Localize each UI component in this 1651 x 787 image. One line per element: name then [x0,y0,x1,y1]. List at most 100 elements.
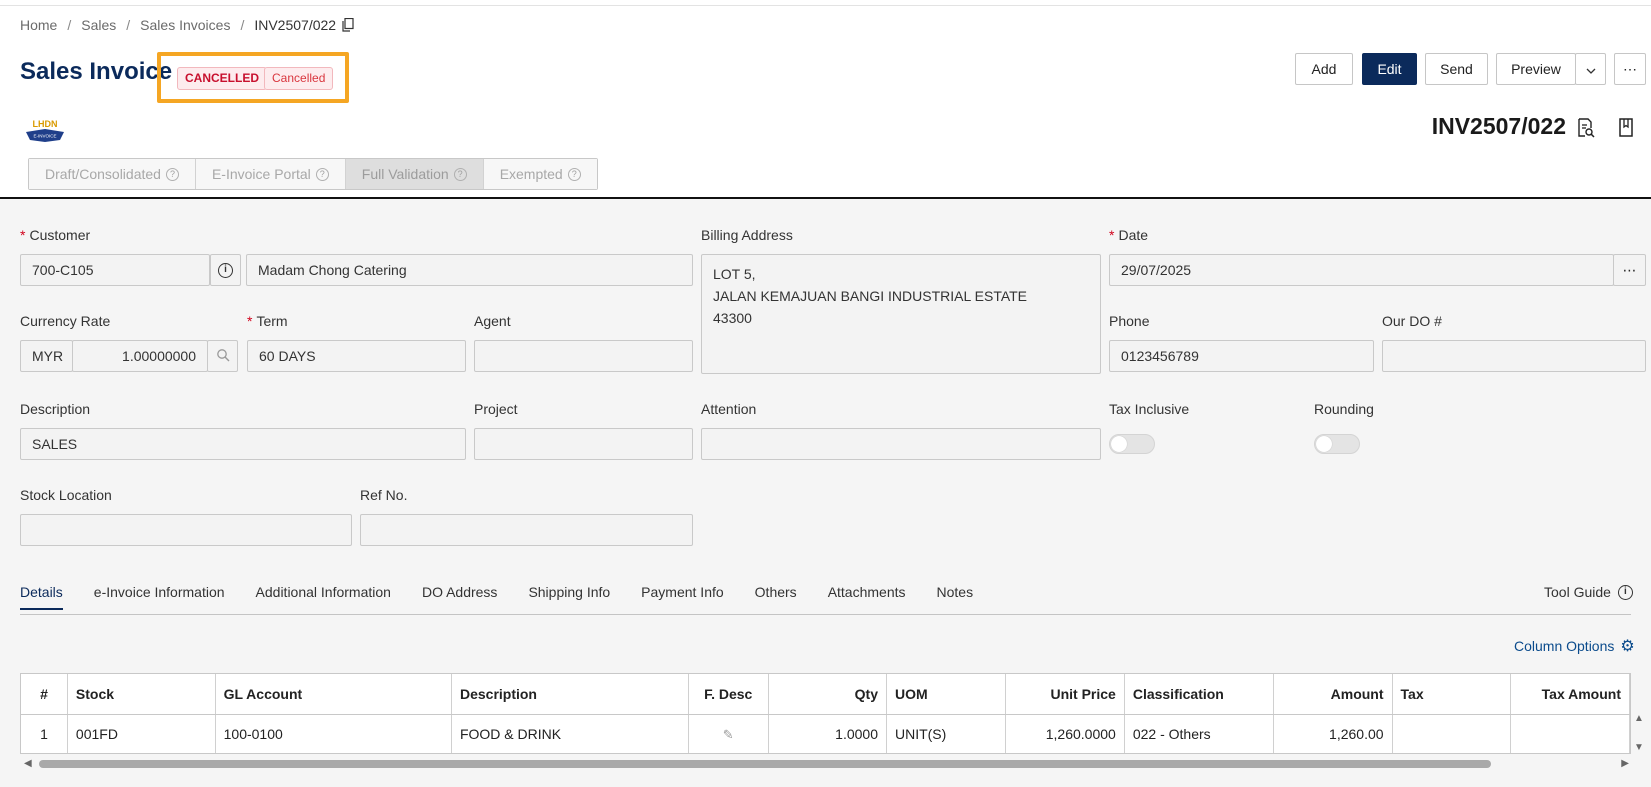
breadcrumb-separator: / [126,17,131,33]
cell-f-desc[interactable]: ✎ [688,714,769,753]
detail-tabs: Details e-Invoice Information Additional… [20,584,1004,610]
tab-others[interactable]: Others [755,584,797,610]
scroll-left-arrow[interactable]: ◀ [24,758,32,769]
cell-description[interactable]: FOOD & DRINK [451,714,689,753]
cell-unit-price[interactable]: 1,260.0000 [1005,714,1125,753]
tab-shipping-info[interactable]: Shipping Info [528,584,610,610]
tool-guide-label: Tool Guide [1544,584,1611,600]
cell-gl-account[interactable]: 100-0100 [215,714,452,753]
rounding-toggle[interactable] [1314,434,1360,454]
einvoice-mode-selector: Draft/Consolidated? E-Invoice Portal? Fu… [28,158,598,190]
column-header-f-desc[interactable]: F. Desc [688,674,769,715]
preview-button[interactable]: Preview [1496,53,1576,85]
mode-full-validation[interactable]: Full Validation? [345,159,484,189]
column-header-description[interactable]: Description [451,674,689,715]
customer-label: * Customer [20,227,91,243]
tab-details[interactable]: Details [20,584,63,610]
tab-notes[interactable]: Notes [937,584,974,610]
customer-code-field[interactable]: 700-C105 [20,254,210,286]
table-row[interactable]: 1 001FD 100-0100 FOOD & DRINK ✎ 1.0000 U… [21,714,1630,753]
send-button[interactable]: Send [1425,53,1488,85]
column-header-tax[interactable]: Tax [1392,674,1511,715]
column-header-classification[interactable]: Classification [1124,674,1274,715]
help-icon[interactable]: ? [453,167,467,181]
horizontal-scrollbar[interactable]: ◀ ▶ [22,757,1631,769]
breadcrumb-sales-invoices[interactable]: Sales Invoices [140,17,230,33]
rounding-label: Rounding [1314,401,1374,417]
add-button[interactable]: Add [1295,53,1353,85]
agent-label: Agent [474,313,511,329]
cell-tax-amount[interactable] [1510,714,1630,753]
column-header-uom[interactable]: UOM [886,674,1006,715]
term-field[interactable]: 60 DAYS [247,340,466,372]
scroll-down-arrow[interactable]: ▼ [1634,742,1644,753]
our-do-field[interactable] [1382,340,1646,372]
bookmark-icon[interactable] [1617,118,1635,138]
document-search-icon[interactable] [1577,118,1595,138]
pencil-icon[interactable]: ✎ [723,727,734,742]
edit-button[interactable]: Edit [1362,53,1417,85]
currency-search-button[interactable] [207,340,238,372]
attention-field[interactable] [701,428,1101,460]
rate-field[interactable]: 1.00000000 [72,340,208,372]
column-header-no[interactable]: # [21,674,68,715]
date-picker-button[interactable]: ⋯ [1613,254,1646,286]
description-field[interactable]: SALES [20,428,466,460]
customer-info-button[interactable]: i [210,254,241,286]
scroll-up-arrow[interactable]: ▲ [1634,713,1644,724]
breadcrumb-home[interactable]: Home [20,17,57,33]
breadcrumb-separator: / [240,17,245,33]
breadcrumb: Home / Sales / Sales Invoices / INV2507/… [20,17,354,33]
customer-name-field[interactable]: Madam Chong Catering [246,254,693,286]
attention-label: Attention [701,401,757,417]
line-items-grid: # Stock GL Account Description F. Desc Q… [20,673,1631,754]
currency-field[interactable]: MYR [20,340,73,372]
cell-stock[interactable]: 001FD [67,714,216,753]
mode-exempted[interactable]: Exempted? [483,159,597,189]
tool-guide-link[interactable]: Tool Guide i [1544,584,1633,600]
ref-no-field[interactable] [360,514,693,546]
project-field[interactable] [474,428,693,460]
breadcrumb-sales[interactable]: Sales [81,17,116,33]
column-header-amount[interactable]: Amount [1273,674,1393,715]
cell-amount[interactable]: 1,260.00 [1273,714,1393,753]
tax-inclusive-toggle[interactable] [1109,434,1155,454]
cell-tax[interactable] [1392,714,1511,753]
tab-einvoice-information[interactable]: e-Invoice Information [94,584,225,610]
cell-uom[interactable]: UNIT(S) [886,714,1006,753]
toggle-knob [1316,436,1332,452]
help-icon[interactable]: ? [315,167,329,181]
mode-einvoice-portal[interactable]: E-Invoice Portal? [195,159,346,189]
column-header-unit-price[interactable]: Unit Price [1005,674,1125,715]
column-header-stock[interactable]: Stock [67,674,216,715]
date-label: * Date [1109,227,1149,243]
tab-do-address[interactable]: DO Address [422,584,497,610]
currency-rate-label: Currency Rate [20,313,111,329]
column-header-tax-amount[interactable]: Tax Amount [1510,674,1630,715]
column-options-link[interactable]: Column Options ⚙ [1514,636,1635,656]
billing-address-field[interactable]: LOT 5, JALAN KEMAJUAN BANGI INDUSTRIAL E… [701,254,1101,374]
phone-field[interactable]: 0123456789 [1109,340,1374,372]
tab-additional-information[interactable]: Additional Information [256,584,391,610]
tab-payment-info[interactable]: Payment Info [641,584,724,610]
scrollbar-thumb[interactable] [39,760,1491,768]
help-icon[interactable]: ? [567,167,581,181]
tab-attachments[interactable]: Attachments [828,584,906,610]
agent-field[interactable] [474,340,693,372]
column-header-gl-account[interactable]: GL Account [215,674,452,715]
stock-location-field[interactable] [20,514,352,546]
lhdn-logo: LHDN E-INVOICE [24,118,66,146]
top-border [0,5,1651,6]
date-field[interactable]: 29/07/2025 [1109,254,1614,286]
cell-qty[interactable]: 1.0000 [768,714,887,753]
scroll-right-arrow[interactable]: ▶ [1621,758,1629,769]
copy-icon[interactable] [342,17,354,32]
more-actions-button[interactable]: ⋯ [1614,53,1646,85]
column-header-qty[interactable]: Qty [768,674,887,715]
status-badge: CANCELLED [177,67,267,90]
preview-dropdown-button[interactable] [1575,53,1606,85]
cell-classification[interactable]: 022 - Others [1124,714,1274,753]
mode-draft-consolidated[interactable]: Draft/Consolidated? [29,159,196,189]
column-options-label: Column Options [1514,638,1615,654]
help-icon[interactable]: ? [165,167,179,181]
